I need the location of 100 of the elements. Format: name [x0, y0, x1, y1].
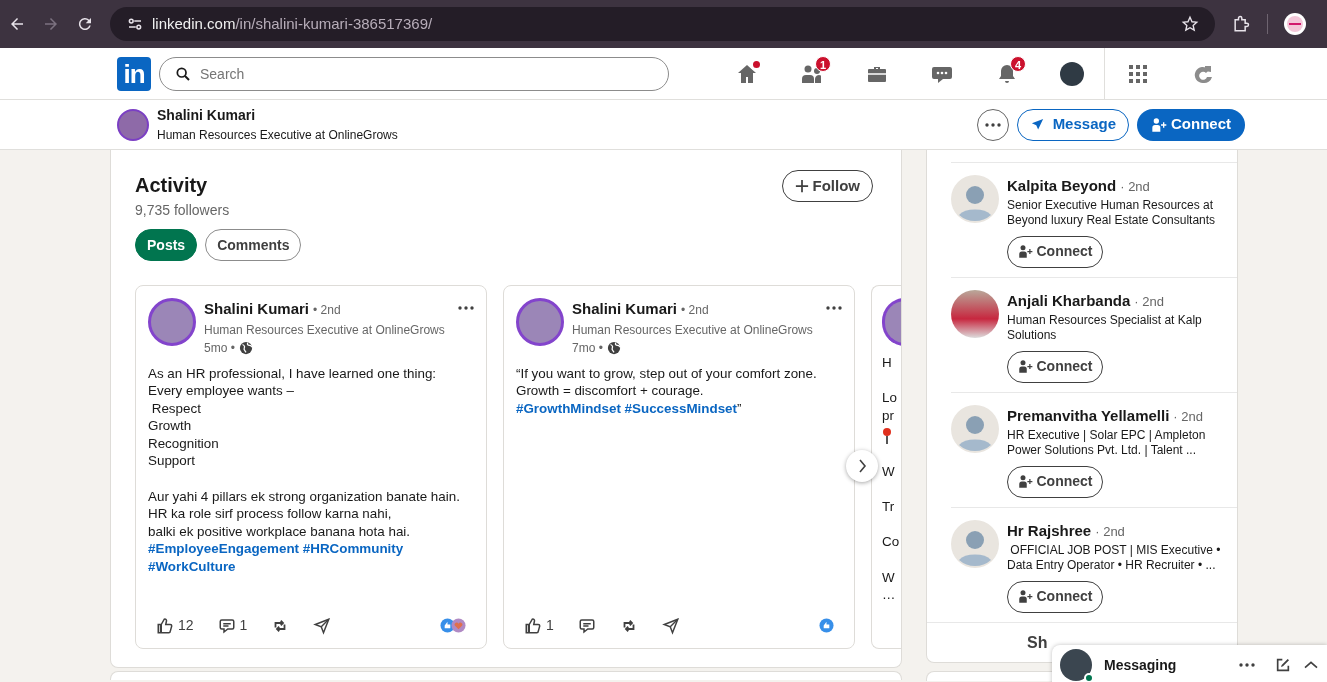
comment-icon[interactable] — [577, 616, 596, 635]
message-button[interactable]: Message — [1016, 108, 1129, 141]
post-text: Every employee wants – — [148, 382, 295, 400]
post-age: 7mo • — [572, 339, 603, 357]
connect-button[interactable]: Connect — [1007, 465, 1103, 498]
post-text: HR ka role sirf process follow karna nahi, — [148, 505, 393, 523]
pin-icon — [882, 427, 892, 445]
person-silhouette-icon — [951, 175, 999, 223]
like-count: 1 — [546, 616, 554, 635]
reload-icon[interactable] — [76, 15, 94, 33]
messaging-title: Messaging — [1104, 655, 1178, 675]
person-headline: Senior Executive Human Resources at Beyond luxury Real Estate Consultants — [1007, 197, 1217, 228]
like-count: 12 — [178, 616, 194, 635]
connect-button[interactable]: Connect — [1007, 580, 1103, 613]
plus-icon — [794, 179, 809, 193]
filter-tab[interactable]: Comments — [205, 229, 302, 261]
author-name[interactable]: Shalini Kumari — [572, 298, 678, 321]
post-text: W — [882, 568, 896, 587]
connection-degree: • 2nd — [681, 302, 709, 319]
post-text: Recognition — [148, 434, 220, 453]
connection-degree: · 2nd — [1120, 178, 1150, 196]
author-name[interactable]: Shalini Kumari — [204, 298, 310, 321]
comment-count: 1 — [239, 616, 248, 635]
post-text: Growth — [148, 417, 193, 435]
section-title: Activity — [135, 173, 209, 198]
add-person-icon — [1017, 474, 1033, 489]
notification-count: 4 — [1010, 55, 1026, 72]
more-button[interactable] — [976, 108, 1009, 141]
compose-icon[interactable] — [1275, 657, 1291, 673]
person-silhouette-icon — [951, 520, 999, 568]
more-icon[interactable] — [458, 306, 474, 310]
post-text: W — [882, 462, 896, 481]
connection-degree: · 2nd — [1134, 293, 1164, 311]
comment-icon[interactable] — [217, 616, 236, 635]
profile-name: Shalini Kumari — [157, 106, 257, 125]
send-icon[interactable] — [313, 616, 332, 635]
thumbs-up-icon[interactable] — [156, 616, 174, 635]
notification-count: 1 — [815, 55, 831, 72]
connect-button[interactable]: Connect — [1007, 235, 1103, 268]
add-person-icon — [1017, 359, 1033, 374]
extensions-icon[interactable] — [1231, 14, 1251, 34]
hashtag-link[interactable]: #GrowthMindset #SuccessMindset — [516, 400, 737, 416]
connection-degree: · 2nd — [1095, 523, 1125, 541]
author-photo — [148, 298, 196, 346]
star-icon[interactable] — [1181, 15, 1199, 33]
connect-button[interactable]: Connect — [1007, 350, 1103, 383]
person-name[interactable]: Premanvitha Yellamelli — [1007, 405, 1170, 428]
hashtag-link[interactable]: #EmployeeEngagement #HRCommunity #WorkCulture — [148, 540, 474, 576]
post-age: 5mo • — [204, 339, 235, 357]
more-icon[interactable] — [826, 306, 842, 310]
post-text: Growth = discomfort + courage. — [516, 382, 705, 400]
post-text: Tr — [882, 498, 896, 516]
follower-count: 9,735 followers — [135, 201, 231, 220]
add-person-icon — [1017, 589, 1033, 604]
send-icon[interactable] — [661, 616, 680, 635]
linkedin-logo[interactable]: in — [117, 56, 151, 91]
site-settings-icon[interactable] — [126, 15, 144, 33]
send-icon — [1029, 117, 1045, 132]
user-avatar[interactable] — [1059, 61, 1084, 86]
post-text: As an HR professional, I have learned one thing: — [148, 364, 438, 383]
search-icon — [175, 65, 191, 82]
globe-icon — [238, 340, 253, 355]
messaging-bar[interactable]: Messaging — [1052, 645, 1327, 682]
person-name[interactable]: Kalpita Beyond — [1007, 175, 1117, 198]
person-silhouette-icon — [951, 405, 999, 453]
post-text: #GrowthMindset #SuccessMindset” — [516, 399, 743, 418]
address-text[interactable]: linkedin.com/in/shalini-kumari-386517369/ — [152, 12, 433, 36]
show-all-link[interactable]: Sh — [1027, 630, 1048, 655]
post-text: Co — [882, 533, 901, 551]
post-text: Lo — [882, 389, 898, 407]
more-icon — [984, 122, 1001, 127]
person-name[interactable]: Anjali Kharbanda — [1007, 290, 1131, 313]
author-headline: Human Resources Executive at OnlineGrows — [204, 321, 446, 339]
chevron-right-icon — [857, 459, 867, 473]
search-field[interactable]: Search — [159, 56, 669, 91]
post-text: pr — [882, 406, 895, 425]
more-icon[interactable] — [1239, 663, 1255, 667]
like-reaction-icon — [819, 618, 834, 633]
author-photo — [516, 298, 564, 346]
thumbs-up-icon[interactable] — [524, 616, 542, 635]
post-text: … — [882, 586, 897, 604]
filter-tab[interactable]: Posts — [135, 229, 198, 261]
connection-degree: • 2nd — [313, 302, 341, 319]
post-text: “If you want to grow, step out of your comfort zone. — [516, 364, 818, 383]
author-headline: Human Resources Executive at OnlineGrows — [572, 321, 814, 339]
person-name[interactable]: Hr Rajshree — [1007, 520, 1092, 543]
connect-button[interactable]: Connect — [1137, 108, 1245, 141]
globe-icon — [606, 340, 621, 355]
person-headline: OFFICIAL JOB POST | MIS Executive • Data Entry Operator • HR Recruiter • ... — [1007, 542, 1222, 573]
profile-photo — [117, 108, 149, 141]
post-text: Aur yahi 4 pillars ek strong organization banate hain. — [148, 487, 461, 506]
person-avatar — [951, 290, 999, 338]
connection-degree: · 2nd — [1173, 408, 1203, 426]
person-headline: Human Resources Specialist at Kalp Solutions — [1007, 312, 1203, 343]
add-person-icon — [1017, 244, 1033, 259]
follow-button[interactable]: Follow — [781, 170, 873, 202]
profile-avatar-icon[interactable] — [1284, 13, 1306, 35]
heart-reaction-icon — [451, 618, 466, 633]
person-headline: HR Executive | Solar EPC | Ampleton Power Solutions Pvt. Ltd. | Talent ... — [1007, 427, 1207, 458]
post-text: Respect — [150, 399, 202, 418]
